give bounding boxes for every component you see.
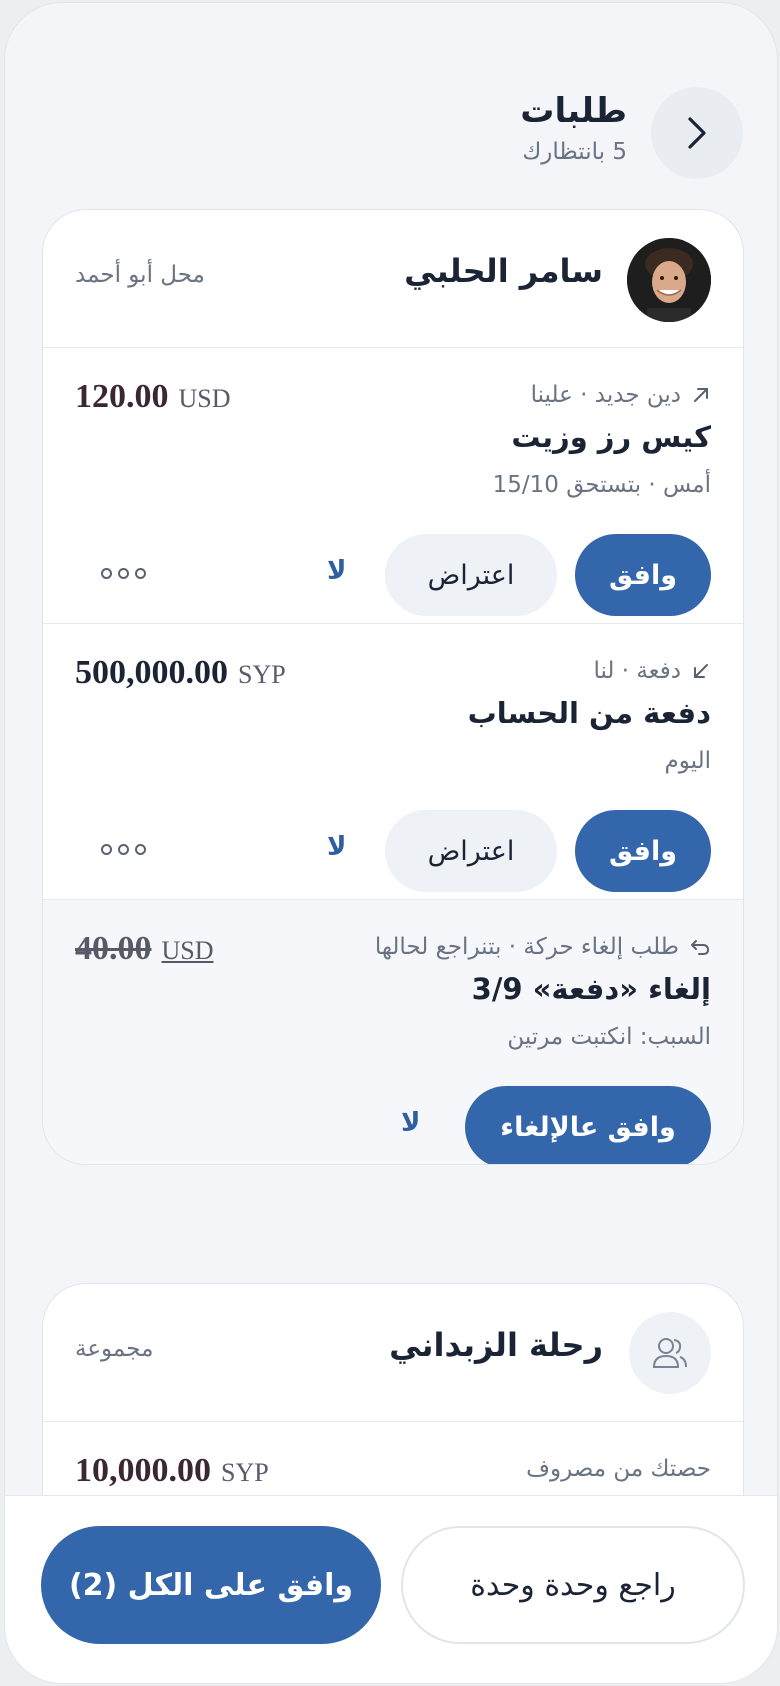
item-amount: 10,000.00 SYP — [75, 1452, 269, 1490]
group-icon — [652, 1338, 687, 1368]
undo-icon — [691, 940, 709, 955]
item-reason: السبب: انكتبت مرتين — [507, 1024, 711, 1050]
amount-value: 40.00 — [75, 930, 152, 967]
item-title: دفعة من الحساب — [467, 696, 711, 730]
card-header[interactable]: سامر الحلبي محل أبو أحمد — [43, 210, 743, 348]
item-kind-label: حصتك من مصروف — [526, 1456, 711, 1482]
approve-all-button[interactable]: وافق على الكل (2) — [41, 1526, 381, 1644]
item-kind-label: دفعة · لنا — [593, 658, 681, 684]
contact-meta: محل أبو أحمد — [75, 262, 205, 288]
approve-button[interactable]: وافق — [575, 810, 711, 892]
bottom-action-bar: وافق على الكل (2) راجع وحدة وحدة — [5, 1495, 777, 1683]
group-name: رحلة الزبداني — [389, 1326, 603, 1364]
chevron-right-icon — [688, 117, 706, 149]
contact-card: سامر الحلبي محل أبو أحمد دين جديد · علين… — [42, 209, 744, 1165]
more-options-icon[interactable] — [101, 844, 146, 855]
amount-value: 10,000.00 — [75, 1452, 211, 1489]
amount-currency: SYP — [238, 660, 286, 689]
item-date: اليوم — [664, 748, 711, 774]
item-kind: طلب إلغاء حركة · بتنراجع لحالها — [375, 934, 711, 960]
item-amount: 120.00 USD — [75, 378, 231, 416]
item-kind-label: دين جديد · علينا — [530, 382, 681, 408]
amount-value: 120.00 — [75, 378, 169, 415]
group-meta: مجموعة — [75, 1336, 154, 1362]
item-title: كيس رز وزيت — [511, 420, 711, 454]
title-block: طلبات 5 بانتظارك — [520, 89, 627, 165]
item-amount: 40.00 USD — [75, 930, 214, 968]
item-amount: 500,000.00 SYP — [75, 654, 286, 692]
group-avatar — [629, 1312, 711, 1394]
approve-cancel-button[interactable]: وافق عالإلغاء — [465, 1086, 711, 1164]
item-kind-label: طلب إلغاء حركة · بتنراجع لحالها — [374, 934, 679, 960]
avatar — [627, 238, 711, 322]
arrow-down-left-icon — [694, 664, 708, 678]
page-title: طلبات — [520, 91, 627, 131]
item-date: أمس · بتستحق 15/10 — [492, 472, 711, 498]
request-item: دفعة · لنا دفعة من الحساب اليوم 500,000.… — [43, 624, 743, 900]
amount-currency: SYP — [221, 1458, 269, 1487]
request-item: دين جديد · علينا كيس رز وزيت أمس · بتستح… — [43, 348, 743, 624]
app-screen: طلبات 5 بانتظارك سامر الحلبي محل أبو أحم… — [4, 2, 778, 1684]
item-kind: حصتك من مصروف — [526, 1456, 711, 1482]
more-options-icon[interactable] — [101, 568, 146, 579]
card-header[interactable]: رحلة الزبداني مجموعة — [43, 1284, 743, 1422]
pending-count: 5 بانتظارك — [522, 139, 627, 165]
back-button[interactable] — [651, 87, 743, 179]
decline-button[interactable]: لا — [401, 1108, 420, 1138]
decline-button[interactable]: لا — [327, 832, 346, 862]
amount-currency: USD — [161, 936, 214, 965]
amount-currency: USD — [178, 384, 231, 413]
arrow-up-right-icon — [694, 388, 708, 402]
object-button[interactable]: اعتراض — [385, 810, 557, 892]
item-kind: دين جديد · علينا — [531, 382, 711, 408]
approve-button[interactable]: وافق — [575, 534, 711, 616]
contact-name: سامر الحلبي — [404, 252, 603, 290]
page-header: طلبات 5 بانتظارك — [5, 87, 777, 183]
review-one-by-one-button[interactable]: راجع وحدة وحدة — [401, 1526, 745, 1644]
decline-button[interactable]: لا — [327, 556, 346, 586]
amount-value: 500,000.00 — [75, 654, 228, 691]
object-button[interactable]: اعتراض — [385, 534, 557, 616]
item-kind: دفعة · لنا — [593, 658, 711, 684]
item-title: إلغاء «دفعة» 3/9 — [471, 972, 711, 1006]
cancel-request-item: طلب إلغاء حركة · بتنراجع لحالها إلغاء «د… — [43, 900, 743, 1164]
